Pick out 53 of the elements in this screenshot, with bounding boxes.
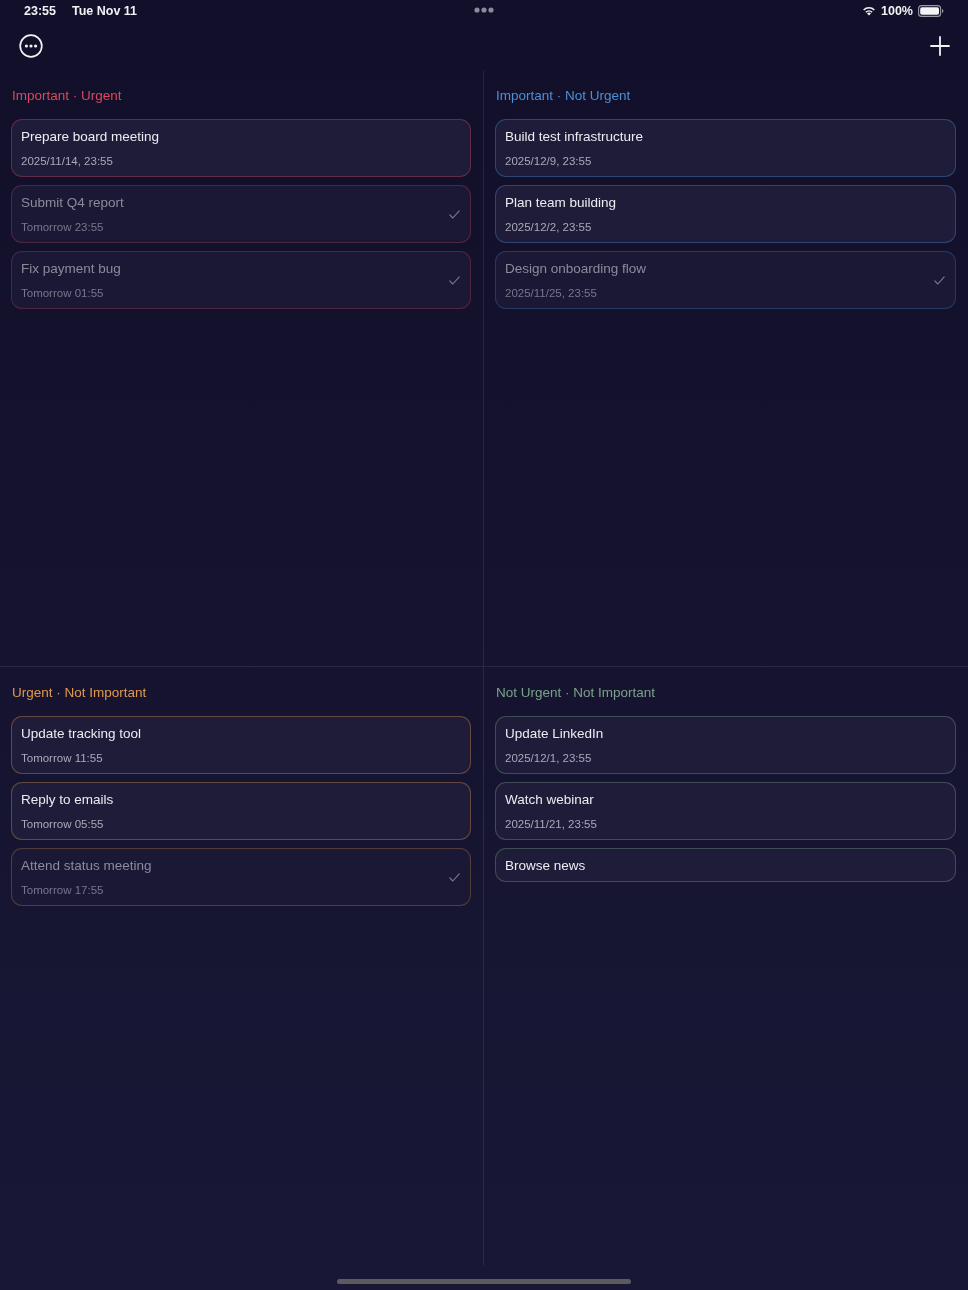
- wifi-icon: [862, 6, 876, 16]
- task-due-date: Tomorrow 11:55: [21, 751, 103, 766]
- task-title: Attend status meeting: [21, 857, 152, 875]
- task-title: Update tracking tool: [21, 725, 142, 743]
- task-title: Design onboarding flow: [505, 260, 647, 278]
- task-card[interactable]: Update LinkedIn 2025/12/1, 23:55: [495, 716, 956, 774]
- task-title: Browse news: [505, 857, 586, 875]
- task-card[interactable]: Build test infrastructure 2025/12/9, 23:55: [495, 119, 956, 177]
- checkmark-icon: [449, 209, 460, 219]
- add-icon: [930, 36, 950, 56]
- task-due-date: Tomorrow 05:55: [21, 817, 104, 832]
- task-title: Watch webinar: [505, 791, 594, 809]
- task-card[interactable]: Reply to emails Tomorrow 05:55: [11, 782, 471, 840]
- checkmark-icon: [449, 872, 460, 882]
- task-card[interactable]: Browse news: [495, 848, 956, 882]
- battery-icon: [918, 5, 944, 17]
- battery-percentage: 100%: [881, 2, 913, 20]
- checkmark-icon: [449, 275, 460, 285]
- task-title: Reply to emails: [21, 791, 114, 809]
- task-card[interactable]: Submit Q4 report Tomorrow 23:55: [11, 185, 471, 243]
- status-time: 23:55: [24, 2, 56, 20]
- task-due-date: 2025/11/25, 23:55: [505, 286, 597, 301]
- add-button[interactable]: [930, 36, 950, 56]
- task-title: Fix payment bug: [21, 260, 121, 278]
- more-icon: [19, 34, 43, 58]
- quadrant-title: Urgent · Not Important: [12, 684, 147, 702]
- status-date: Tue Nov 11: [72, 2, 138, 20]
- task-card[interactable]: Attend status meeting Tomorrow 17:55: [11, 848, 471, 906]
- task-card[interactable]: Update tracking tool Tomorrow 11:55: [11, 716, 471, 774]
- task-due-date: Tomorrow 17:55: [21, 883, 104, 898]
- task-card[interactable]: Prepare board meeting 2025/11/14, 23:55: [11, 119, 471, 177]
- quadrant-title: Important · Not Urgent: [496, 87, 631, 105]
- task-card[interactable]: Watch webinar 2025/11/21, 23:55: [495, 782, 956, 840]
- task-due-date: 2025/11/14, 23:55: [21, 154, 113, 169]
- task-title: Build test infrastructure: [505, 128, 644, 146]
- task-due-date: Tomorrow 23:55: [21, 220, 104, 235]
- task-card[interactable]: Fix payment bug Tomorrow 01:55: [11, 251, 471, 309]
- checkmark-icon: [934, 275, 945, 285]
- task-title: Plan team building: [505, 194, 617, 212]
- task-title: Update LinkedIn: [505, 725, 604, 743]
- task-due-date: 2025/11/21, 23:55: [505, 817, 597, 832]
- quadrant-title: Important · Urgent: [12, 87, 122, 105]
- more-button[interactable]: [19, 34, 43, 58]
- task-title: Submit Q4 report: [21, 194, 124, 212]
- multitasking-dots-icon[interactable]: [474, 7, 494, 13]
- task-due-date: 2025/12/2, 23:55: [505, 220, 592, 235]
- task-card[interactable]: Design onboarding flow 2025/11/25, 23:55: [495, 251, 956, 309]
- task-title: Prepare board meeting: [21, 128, 160, 146]
- task-card[interactable]: Plan team building 2025/12/2, 23:55: [495, 185, 956, 243]
- task-due-date: Tomorrow 01:55: [21, 286, 104, 301]
- task-due-date: 2025/12/9, 23:55: [505, 154, 592, 169]
- quadrant-title: Not Urgent · Not Important: [496, 684, 656, 702]
- task-due-date: 2025/12/1, 23:55: [505, 751, 592, 766]
